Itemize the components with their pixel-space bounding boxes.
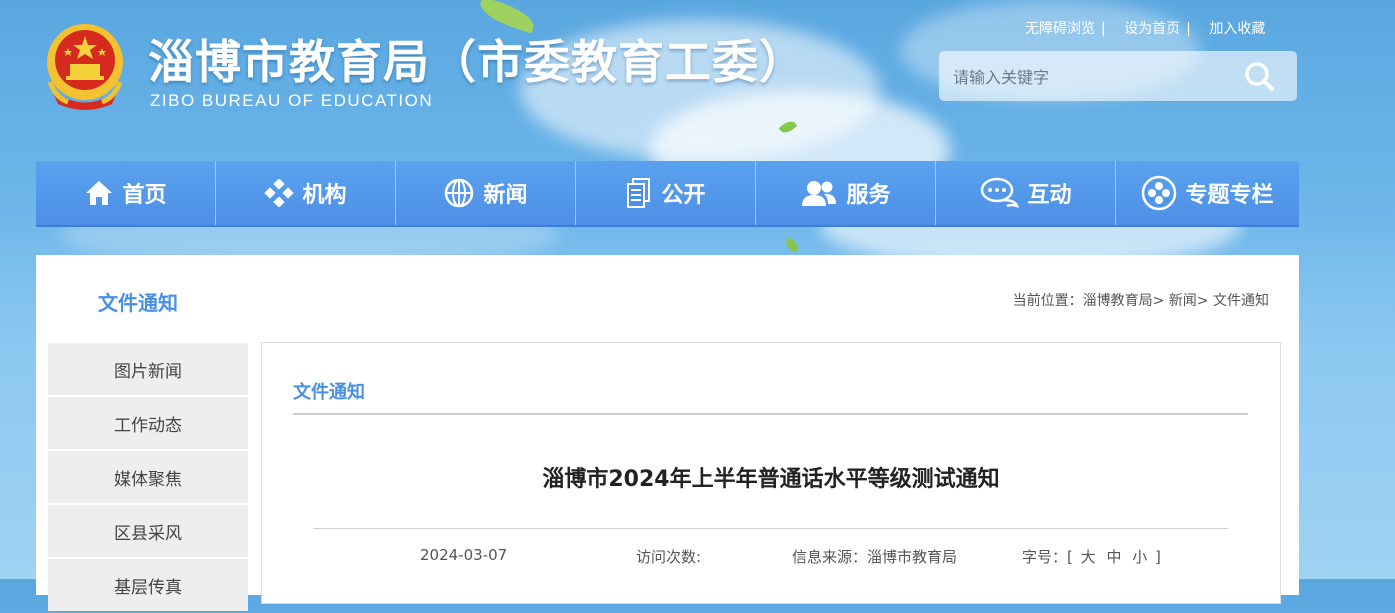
nav-item-organization[interactable]: 机构 — [216, 161, 396, 225]
top-links: 无障碍浏览 | 设为首页 | 加入收藏 — [1025, 18, 1265, 38]
chat-icon — [981, 177, 1020, 208]
organization-icon — [264, 179, 295, 207]
sidebar: 图片新闻 工作动态 媒体聚焦 区县采风 基层传真 — [48, 343, 248, 613]
divider — [293, 413, 1248, 415]
nav-item-home[interactable]: 首页 — [36, 161, 216, 225]
nav-label: 专题专栏 — [1185, 183, 1274, 208]
nav-item-public[interactable]: 公开 — [576, 161, 756, 225]
font-size-control: 字号：[ 大 中 小 ] — [1022, 546, 1161, 567]
font-size-label: 字号：[ — [1022, 548, 1073, 566]
search-box — [939, 51, 1297, 101]
search-input[interactable] — [951, 64, 1235, 90]
globe-icon — [445, 178, 474, 208]
nav-label: 新闻 — [483, 183, 528, 208]
topics-icon — [1142, 175, 1177, 211]
documents-icon — [627, 178, 651, 208]
accessibility-link[interactable]: 无障碍浏览 — [1025, 21, 1095, 37]
article-category: 文件通知 — [293, 382, 365, 403]
national-emblem-icon — [47, 24, 123, 110]
sidebar-item-media[interactable]: 媒体聚焦 — [48, 451, 248, 503]
separator: | — [1186, 21, 1191, 37]
article-date: 2024-03-07 — [420, 546, 508, 564]
article-visits: 访问次数: — [636, 548, 702, 566]
separator: | — [1101, 21, 1106, 37]
nav-label: 服务 — [846, 183, 891, 208]
nav-label: 公开 — [661, 183, 706, 208]
nav-item-topics[interactable]: 专题专栏 — [1116, 161, 1299, 225]
nav-label: 首页 — [122, 183, 167, 208]
sidebar-item-photo-news[interactable]: 图片新闻 — [48, 343, 248, 395]
article-source: 信息来源：淄博市教育局 — [792, 548, 958, 566]
font-size-close: ] — [1155, 548, 1161, 566]
category-title: 文件通知 — [98, 291, 178, 315]
nav-item-news[interactable]: 新闻 — [396, 161, 576, 225]
font-size-medium-button[interactable]: 中 — [1106, 548, 1121, 566]
article-title: 淄博市2024年上半年普通话水平等级测试通知 — [542, 467, 1000, 492]
home-icon — [86, 181, 113, 205]
search-icon[interactable] — [1239, 57, 1279, 95]
article-panel: 文件通知 淄博市2024年上半年普通话水平等级测试通知 2024-03-07 访… — [261, 342, 1281, 604]
breadcrumb: 当前位置：淄博教育局> 新闻> 文件通知 — [1012, 293, 1269, 309]
nav-item-service[interactable]: 服务 — [756, 161, 936, 225]
sidebar-item-districts[interactable]: 区县采风 — [48, 505, 248, 557]
leaf-decoration — [783, 237, 801, 253]
set-homepage-link[interactable]: 设为首页 — [1124, 21, 1180, 37]
nav-label: 机构 — [302, 183, 347, 208]
nav-label: 互动 — [1027, 183, 1072, 208]
sidebar-item-grassroots[interactable]: 基层传真 — [48, 559, 248, 611]
divider — [313, 528, 1228, 529]
add-favorite-link[interactable]: 加入收藏 — [1209, 21, 1265, 37]
sidebar-item-work-news[interactable]: 工作动态 — [48, 397, 248, 449]
font-size-large-button[interactable]: 大 — [1081, 548, 1096, 566]
site-subtitle: ZIBO BUREAU OF EDUCATION — [150, 91, 434, 110]
site-title: 淄博市教育局（市委教育工委） — [148, 35, 806, 89]
nav-item-interaction[interactable]: 互动 — [936, 161, 1116, 225]
users-icon — [802, 181, 837, 206]
main-nav: 首页 机构 新闻 公开 服务 互动 专题专栏 — [36, 161, 1299, 227]
font-size-small-button[interactable]: 小 — [1132, 548, 1147, 566]
